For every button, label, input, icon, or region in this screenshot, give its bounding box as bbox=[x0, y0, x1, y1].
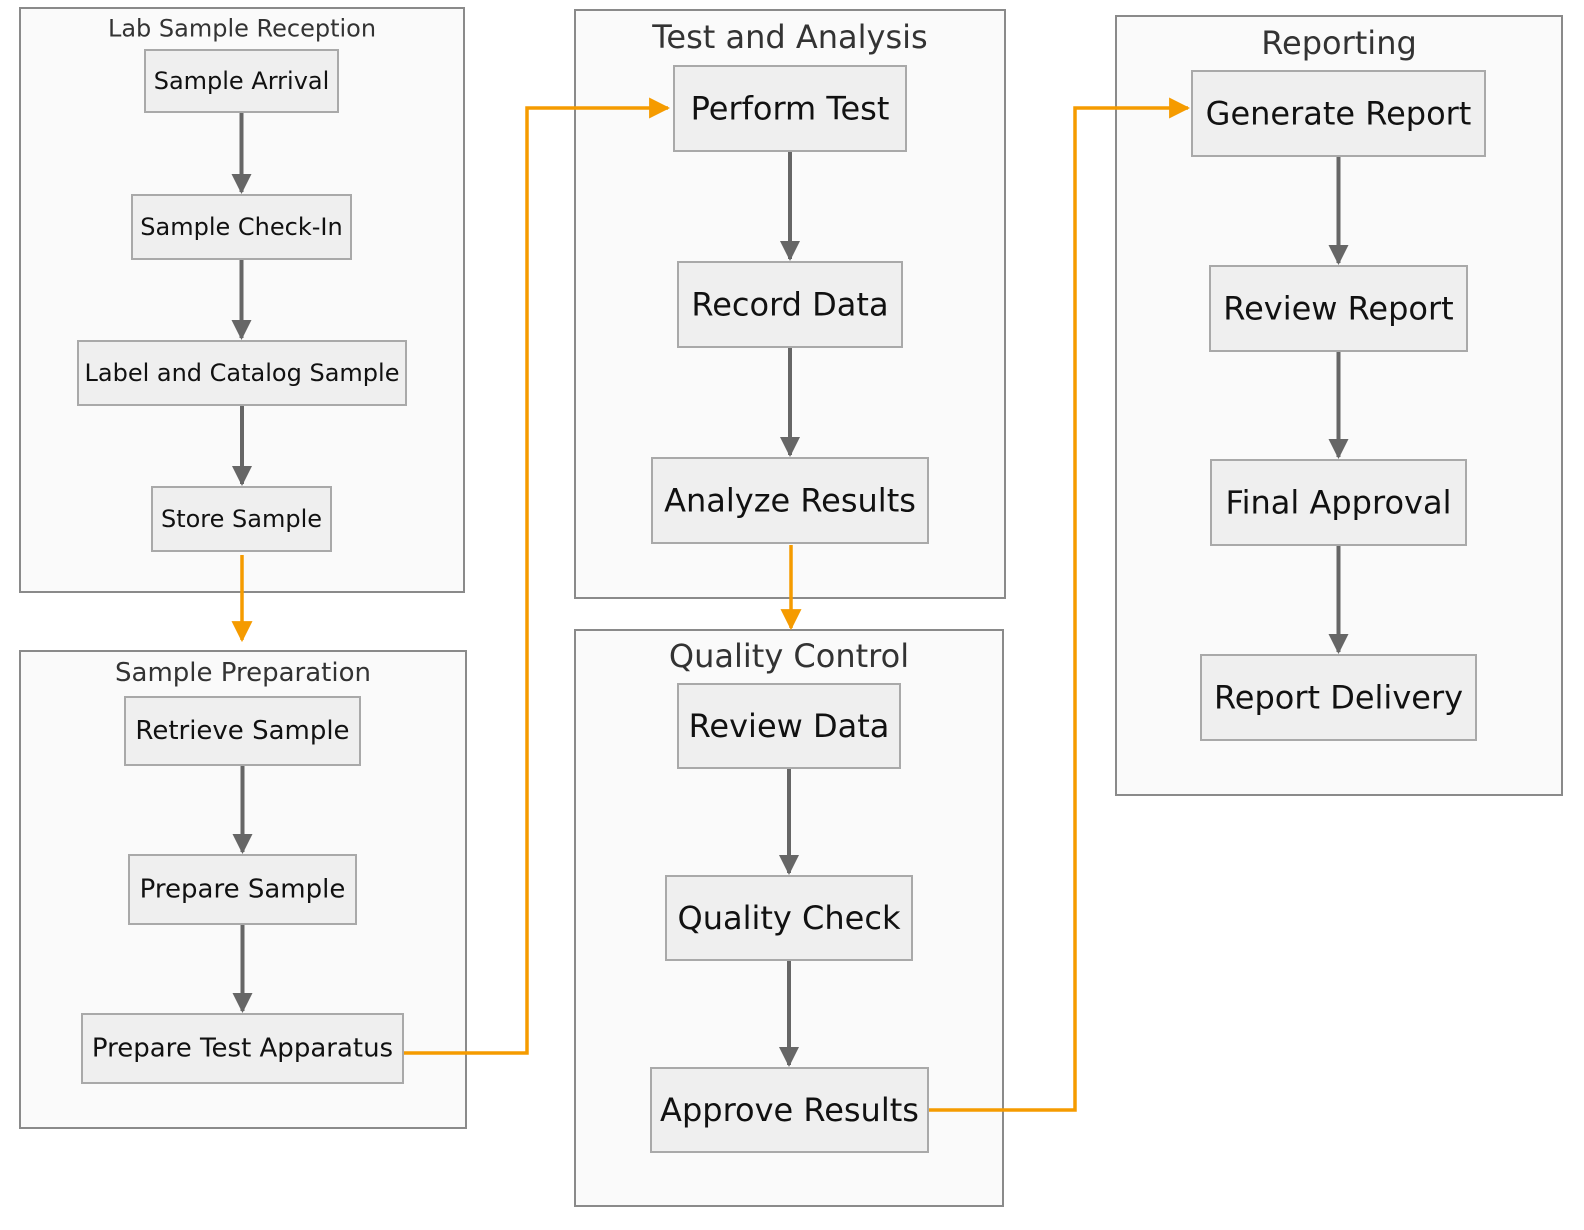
node-delivery[interactable]: Report Delivery bbox=[1200, 654, 1477, 741]
node-label: Record Data bbox=[691, 286, 888, 324]
node-label: Generate Report bbox=[1206, 95, 1472, 133]
node-final[interactable]: Final Approval bbox=[1210, 459, 1467, 546]
node-label: Sample Arrival bbox=[154, 67, 330, 95]
node-retrieve[interactable]: Retrieve Sample bbox=[124, 696, 361, 766]
node-approve[interactable]: Approve Results bbox=[650, 1067, 929, 1153]
node-perform[interactable]: Perform Test bbox=[673, 65, 907, 152]
node-label: Report Delivery bbox=[1214, 679, 1463, 717]
cluster-title: Reporting bbox=[1261, 24, 1417, 62]
node-label: Prepare Sample bbox=[140, 875, 346, 905]
node-record[interactable]: Record Data bbox=[677, 261, 903, 348]
cluster-title: Lab Sample Reception bbox=[108, 14, 376, 42]
cluster-title: Test and Analysis bbox=[651, 18, 927, 56]
node-label: Review Data bbox=[689, 707, 890, 745]
node-label: Perform Test bbox=[691, 90, 890, 128]
node-label: Analyze Results bbox=[664, 482, 916, 520]
node-arrival[interactable]: Sample Arrival bbox=[144, 49, 339, 113]
node-label: Review Report bbox=[1223, 290, 1453, 328]
node-qcheck[interactable]: Quality Check bbox=[665, 875, 913, 961]
node-reviewdata[interactable]: Review Data bbox=[677, 683, 901, 769]
node-prepare[interactable]: Prepare Sample bbox=[128, 854, 357, 925]
node-label: Final Approval bbox=[1226, 484, 1452, 522]
lab-workflow-diagram: Lab Sample Reception Sample Preparation Te… bbox=[19, 7, 1563, 1207]
node-label: Prepare Test Apparatus bbox=[92, 1034, 393, 1064]
node-label: Label and Catalog Sample bbox=[85, 359, 400, 387]
node-store[interactable]: Store Sample bbox=[151, 486, 332, 552]
node-catalog[interactable]: Label and Catalog Sample bbox=[77, 340, 407, 406]
node-generate[interactable]: Generate Report bbox=[1191, 70, 1486, 157]
cluster-title: Sample Preparation bbox=[115, 658, 371, 688]
node-label: Quality Check bbox=[678, 899, 901, 937]
node-reviewreport[interactable]: Review Report bbox=[1209, 265, 1468, 352]
node-analyze[interactable]: Analyze Results bbox=[651, 457, 929, 544]
node-label: Store Sample bbox=[161, 505, 322, 533]
node-checkin[interactable]: Sample Check-In bbox=[131, 194, 352, 260]
node-label: Approve Results bbox=[660, 1091, 919, 1129]
node-label: Retrieve Sample bbox=[135, 716, 349, 746]
node-apparatus[interactable]: Prepare Test Apparatus bbox=[81, 1013, 404, 1084]
cluster-title: Quality Control bbox=[669, 637, 909, 675]
node-label: Sample Check-In bbox=[140, 213, 342, 241]
